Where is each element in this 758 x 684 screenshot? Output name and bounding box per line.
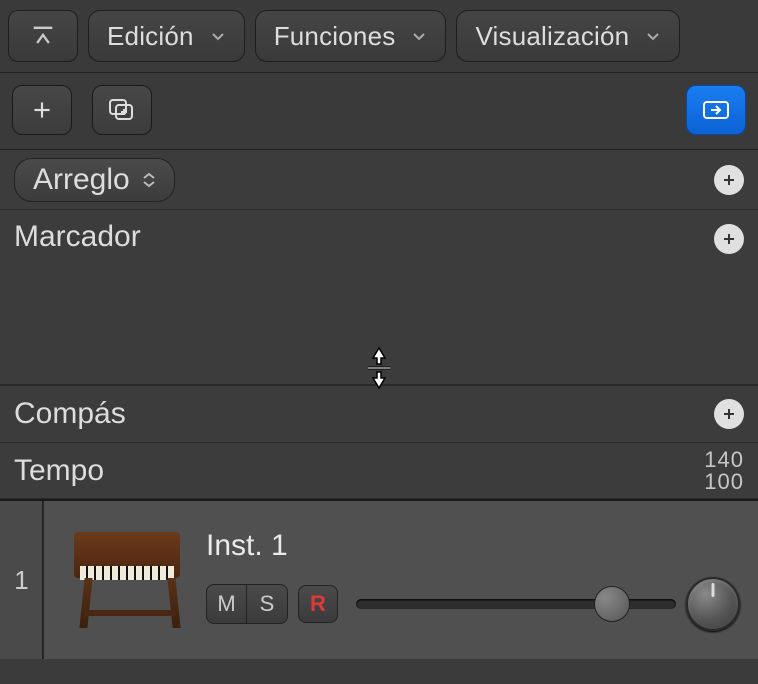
record-enable-button[interactable]: R xyxy=(298,585,338,623)
chevron-down-icon xyxy=(411,28,427,44)
tempo-low: 100 xyxy=(704,471,744,493)
edit-menu-label: Edición xyxy=(107,21,194,52)
track-number: 1 xyxy=(14,565,28,596)
split-vertical-icon xyxy=(362,346,396,390)
catch-playhead-button[interactable] xyxy=(686,85,746,135)
mute-solo-group: M S xyxy=(206,584,288,624)
chevron-down-icon xyxy=(210,28,226,44)
record-label: R xyxy=(310,591,326,617)
edit-menu[interactable]: Edición xyxy=(88,10,245,62)
signature-label: Compás xyxy=(14,397,126,431)
mute-button[interactable]: M xyxy=(207,585,247,623)
volume-slider[interactable] xyxy=(356,585,676,623)
pan-knob[interactable] xyxy=(686,577,740,631)
plus-icon xyxy=(721,406,737,422)
collapse-up-icon xyxy=(29,22,57,50)
marker-label: Marcador xyxy=(14,220,141,254)
arrangement-label: Arreglo xyxy=(33,163,130,197)
catch-playhead-icon xyxy=(701,99,731,121)
resize-splitter-cursor[interactable] xyxy=(362,346,396,398)
add-signature-button[interactable] xyxy=(714,399,744,429)
functions-menu[interactable]: Funciones xyxy=(255,10,447,62)
instrument-icon[interactable] xyxy=(62,520,192,640)
plus-icon xyxy=(721,172,737,188)
duplicate-plus-icon xyxy=(107,97,137,123)
plus-icon xyxy=(721,231,737,247)
tempo-label: Tempo xyxy=(14,454,104,488)
functions-menu-label: Funciones xyxy=(274,21,396,52)
arrangement-chip[interactable]: Arreglo xyxy=(14,158,175,202)
view-menu-label: Visualización xyxy=(475,21,629,52)
track-name[interactable]: Inst. 1 xyxy=(206,529,740,563)
view-menu[interactable]: Visualización xyxy=(456,10,680,62)
volume-thumb[interactable] xyxy=(594,586,630,622)
tempo-range: 140 100 xyxy=(704,449,744,493)
plus-icon xyxy=(29,97,55,123)
updown-icon xyxy=(140,172,158,188)
add-track-button[interactable] xyxy=(12,85,72,135)
solo-button[interactable]: S xyxy=(247,585,287,623)
add-marker-button[interactable] xyxy=(714,224,744,254)
chevron-down-icon xyxy=(645,28,661,44)
add-arrangement-marker-button[interactable] xyxy=(714,165,744,195)
tempo-high: 140 xyxy=(704,449,744,471)
collapse-up-button[interactable] xyxy=(8,10,78,62)
duplicate-track-button[interactable] xyxy=(92,85,152,135)
